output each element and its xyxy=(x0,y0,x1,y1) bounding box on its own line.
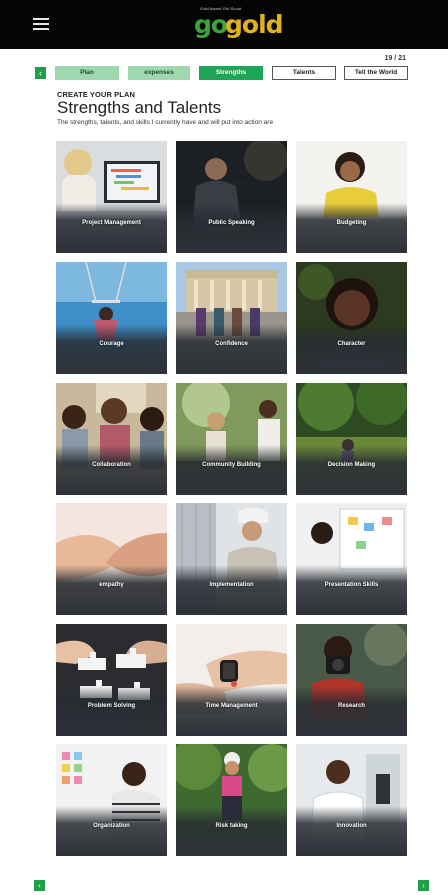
card-label: Problem Solving xyxy=(87,703,136,709)
tab-expenses[interactable]: expenses xyxy=(128,66,190,80)
top-bar: Gold Award Girl Scout go gold xyxy=(0,0,448,49)
logo-go-text: go xyxy=(194,10,228,39)
page-subtitle: The strengths, talents, and skills I cur… xyxy=(57,119,274,126)
card-label: Character xyxy=(337,341,366,347)
tab-strengths[interactable]: Strengths xyxy=(199,66,263,80)
page-title: Strengths and Talents xyxy=(57,98,222,117)
card-label: Collaboration xyxy=(92,462,131,468)
card-problem-solving[interactable]: Problem Solving xyxy=(56,624,167,736)
card-label: Courage xyxy=(99,341,124,347)
card-project-management[interactable]: Project Management xyxy=(56,141,167,253)
chevron-left-icon: ‹ xyxy=(39,68,42,78)
card-presentation-skills[interactable]: Presentation Skills xyxy=(296,503,407,615)
card-label: Time Management xyxy=(205,703,258,709)
prev-page-button[interactable]: ‹ xyxy=(34,880,45,891)
card-label: Presentation Skills xyxy=(324,582,379,588)
card-innovation[interactable]: Innovation xyxy=(296,744,407,856)
logo-gold-text: gold xyxy=(225,10,284,39)
next-page-button[interactable]: › xyxy=(418,880,429,891)
tab-plan[interactable]: Plan xyxy=(55,66,119,80)
card-label: Organization xyxy=(93,823,130,829)
card-label: Confidence xyxy=(215,341,248,347)
page-counter: 19 / 21 xyxy=(384,55,406,62)
chevron-right-icon: › xyxy=(422,881,425,890)
card-label: Project Management xyxy=(82,220,141,226)
card-courage[interactable]: Courage xyxy=(56,262,167,374)
card-collaboration[interactable]: Collaboration xyxy=(56,383,167,495)
card-character[interactable]: Character xyxy=(296,262,407,374)
card-confidence[interactable]: Confidence xyxy=(176,262,287,374)
card-budgeting[interactable]: Budgeting xyxy=(296,141,407,253)
card-time-management[interactable]: Time Management xyxy=(176,624,287,736)
card-public-speaking[interactable]: Public Speaking xyxy=(176,141,287,253)
card-implementation[interactable]: Implementation xyxy=(176,503,287,615)
card-label: Innovation xyxy=(336,823,367,829)
card-label: Decision Making xyxy=(327,462,376,468)
card-label: Research xyxy=(337,703,366,709)
prev-step-button[interactable]: ‹ xyxy=(35,67,46,79)
hamburger-menu-icon[interactable] xyxy=(33,18,49,30)
card-risk-taking[interactable]: Risk taking xyxy=(176,744,287,856)
chevron-left-icon: ‹ xyxy=(38,881,41,890)
card-label: Community Building xyxy=(202,462,261,468)
card-label: empathy xyxy=(99,582,124,588)
tab-tell-the-world[interactable]: Tell the World xyxy=(344,66,408,80)
card-community-building[interactable]: Community Building xyxy=(176,383,287,495)
card-label: Budgeting xyxy=(336,220,367,226)
card-label: Implementation xyxy=(209,582,254,588)
card-organization[interactable]: Organization xyxy=(56,744,167,856)
card-research[interactable]: Research xyxy=(296,624,407,736)
card-decision-making[interactable]: Decision Making xyxy=(296,383,407,495)
card-label: Risk taking xyxy=(215,823,248,829)
tab-talents[interactable]: Talents xyxy=(272,66,336,80)
card-empathy[interactable]: empathy xyxy=(56,503,167,615)
gogold-logo[interactable]: Gold Award Girl Scout go gold xyxy=(194,5,284,45)
card-label: Public Speaking xyxy=(208,220,255,226)
